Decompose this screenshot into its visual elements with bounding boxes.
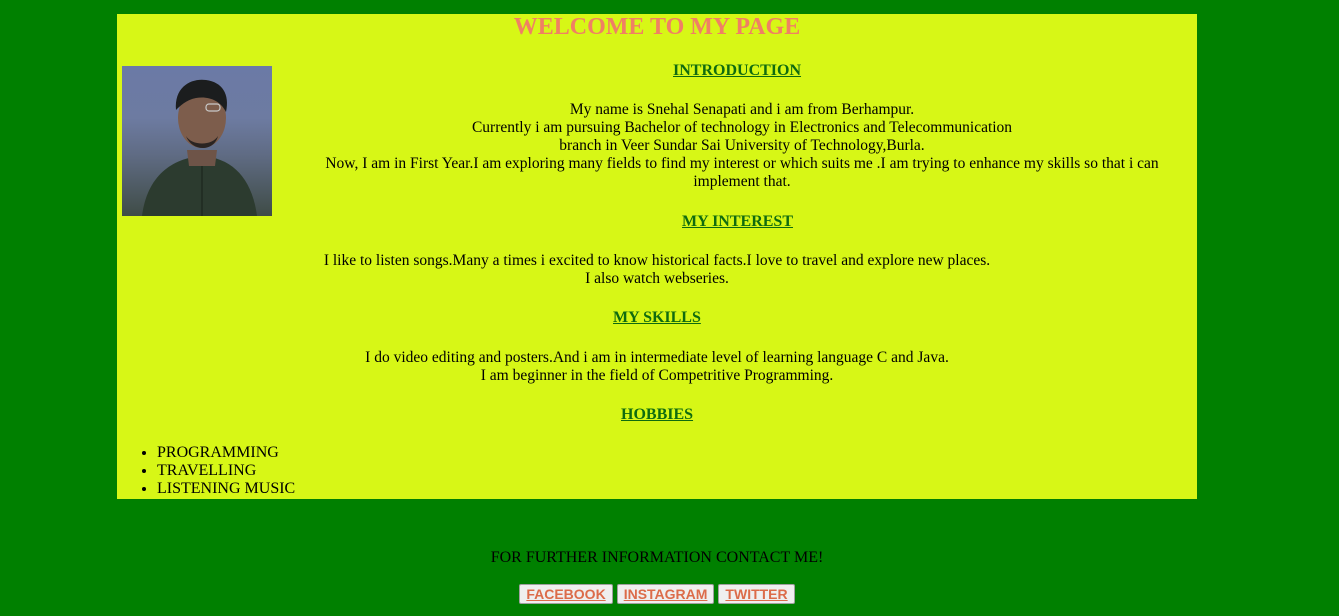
profile-photo-image — [142, 79, 257, 216]
introduction-line: Currently i am pursuing Bachelor of tech… — [471, 119, 1013, 136]
instagram-button[interactable]: INSTAGRAM — [616, 584, 715, 604]
introduction-line: implement that. — [693, 173, 791, 190]
hobbies-heading: HOBBIES — [621, 406, 694, 423]
introduction-line: My name is Snehal Senapati and i am from… — [569, 101, 915, 118]
list-item: TRAVELLING — [157, 462, 295, 480]
introduction-paragraph: My name is Snehal Senapati and i am from… — [307, 101, 1177, 191]
interest-line: I also watch webseries. — [585, 270, 729, 287]
skills-paragraph: I do video editing and posters.And i am … — [307, 349, 1007, 385]
hobbies-list: PROGRAMMING TRAVELLING LISTENING MUSIC — [117, 444, 295, 498]
skills-heading: MY SKILLS — [613, 309, 701, 326]
interest-line: I like to listen songs.Many a times i ex… — [323, 252, 991, 269]
facebook-button[interactable]: FACEBOOK — [519, 584, 613, 604]
page-title: WELCOME TO MY PAGE — [513, 14, 801, 40]
twitter-button[interactable]: TWITTER — [718, 584, 795, 604]
content-panel: WELCOME TO MY PAGE INTRODUCTION My name … — [117, 14, 1197, 499]
list-item: PROGRAMMING — [157, 444, 295, 462]
skills-line: I do video editing and posters.And i am … — [365, 349, 949, 366]
skills-line: I am beginner in the field of Competriti… — [480, 367, 834, 384]
introduction-line: branch in Veer Sundar Sai University of … — [559, 137, 925, 154]
interest-heading: MY INTEREST — [682, 213, 793, 230]
introduction-line: Now, I am in First Year.I am exploring m… — [325, 155, 1159, 172]
list-item: LISTENING MUSIC — [157, 480, 295, 498]
interest-paragraph: I like to listen songs.Many a times i ex… — [307, 252, 1007, 288]
contact-text: FOR FURTHER INFORMATION CONTACT ME! — [490, 549, 824, 566]
introduction-heading: INTRODUCTION — [673, 62, 802, 79]
profile-photo — [122, 66, 272, 216]
social-links: FACEBOOK INSTAGRAM TWITTER — [0, 584, 1314, 604]
